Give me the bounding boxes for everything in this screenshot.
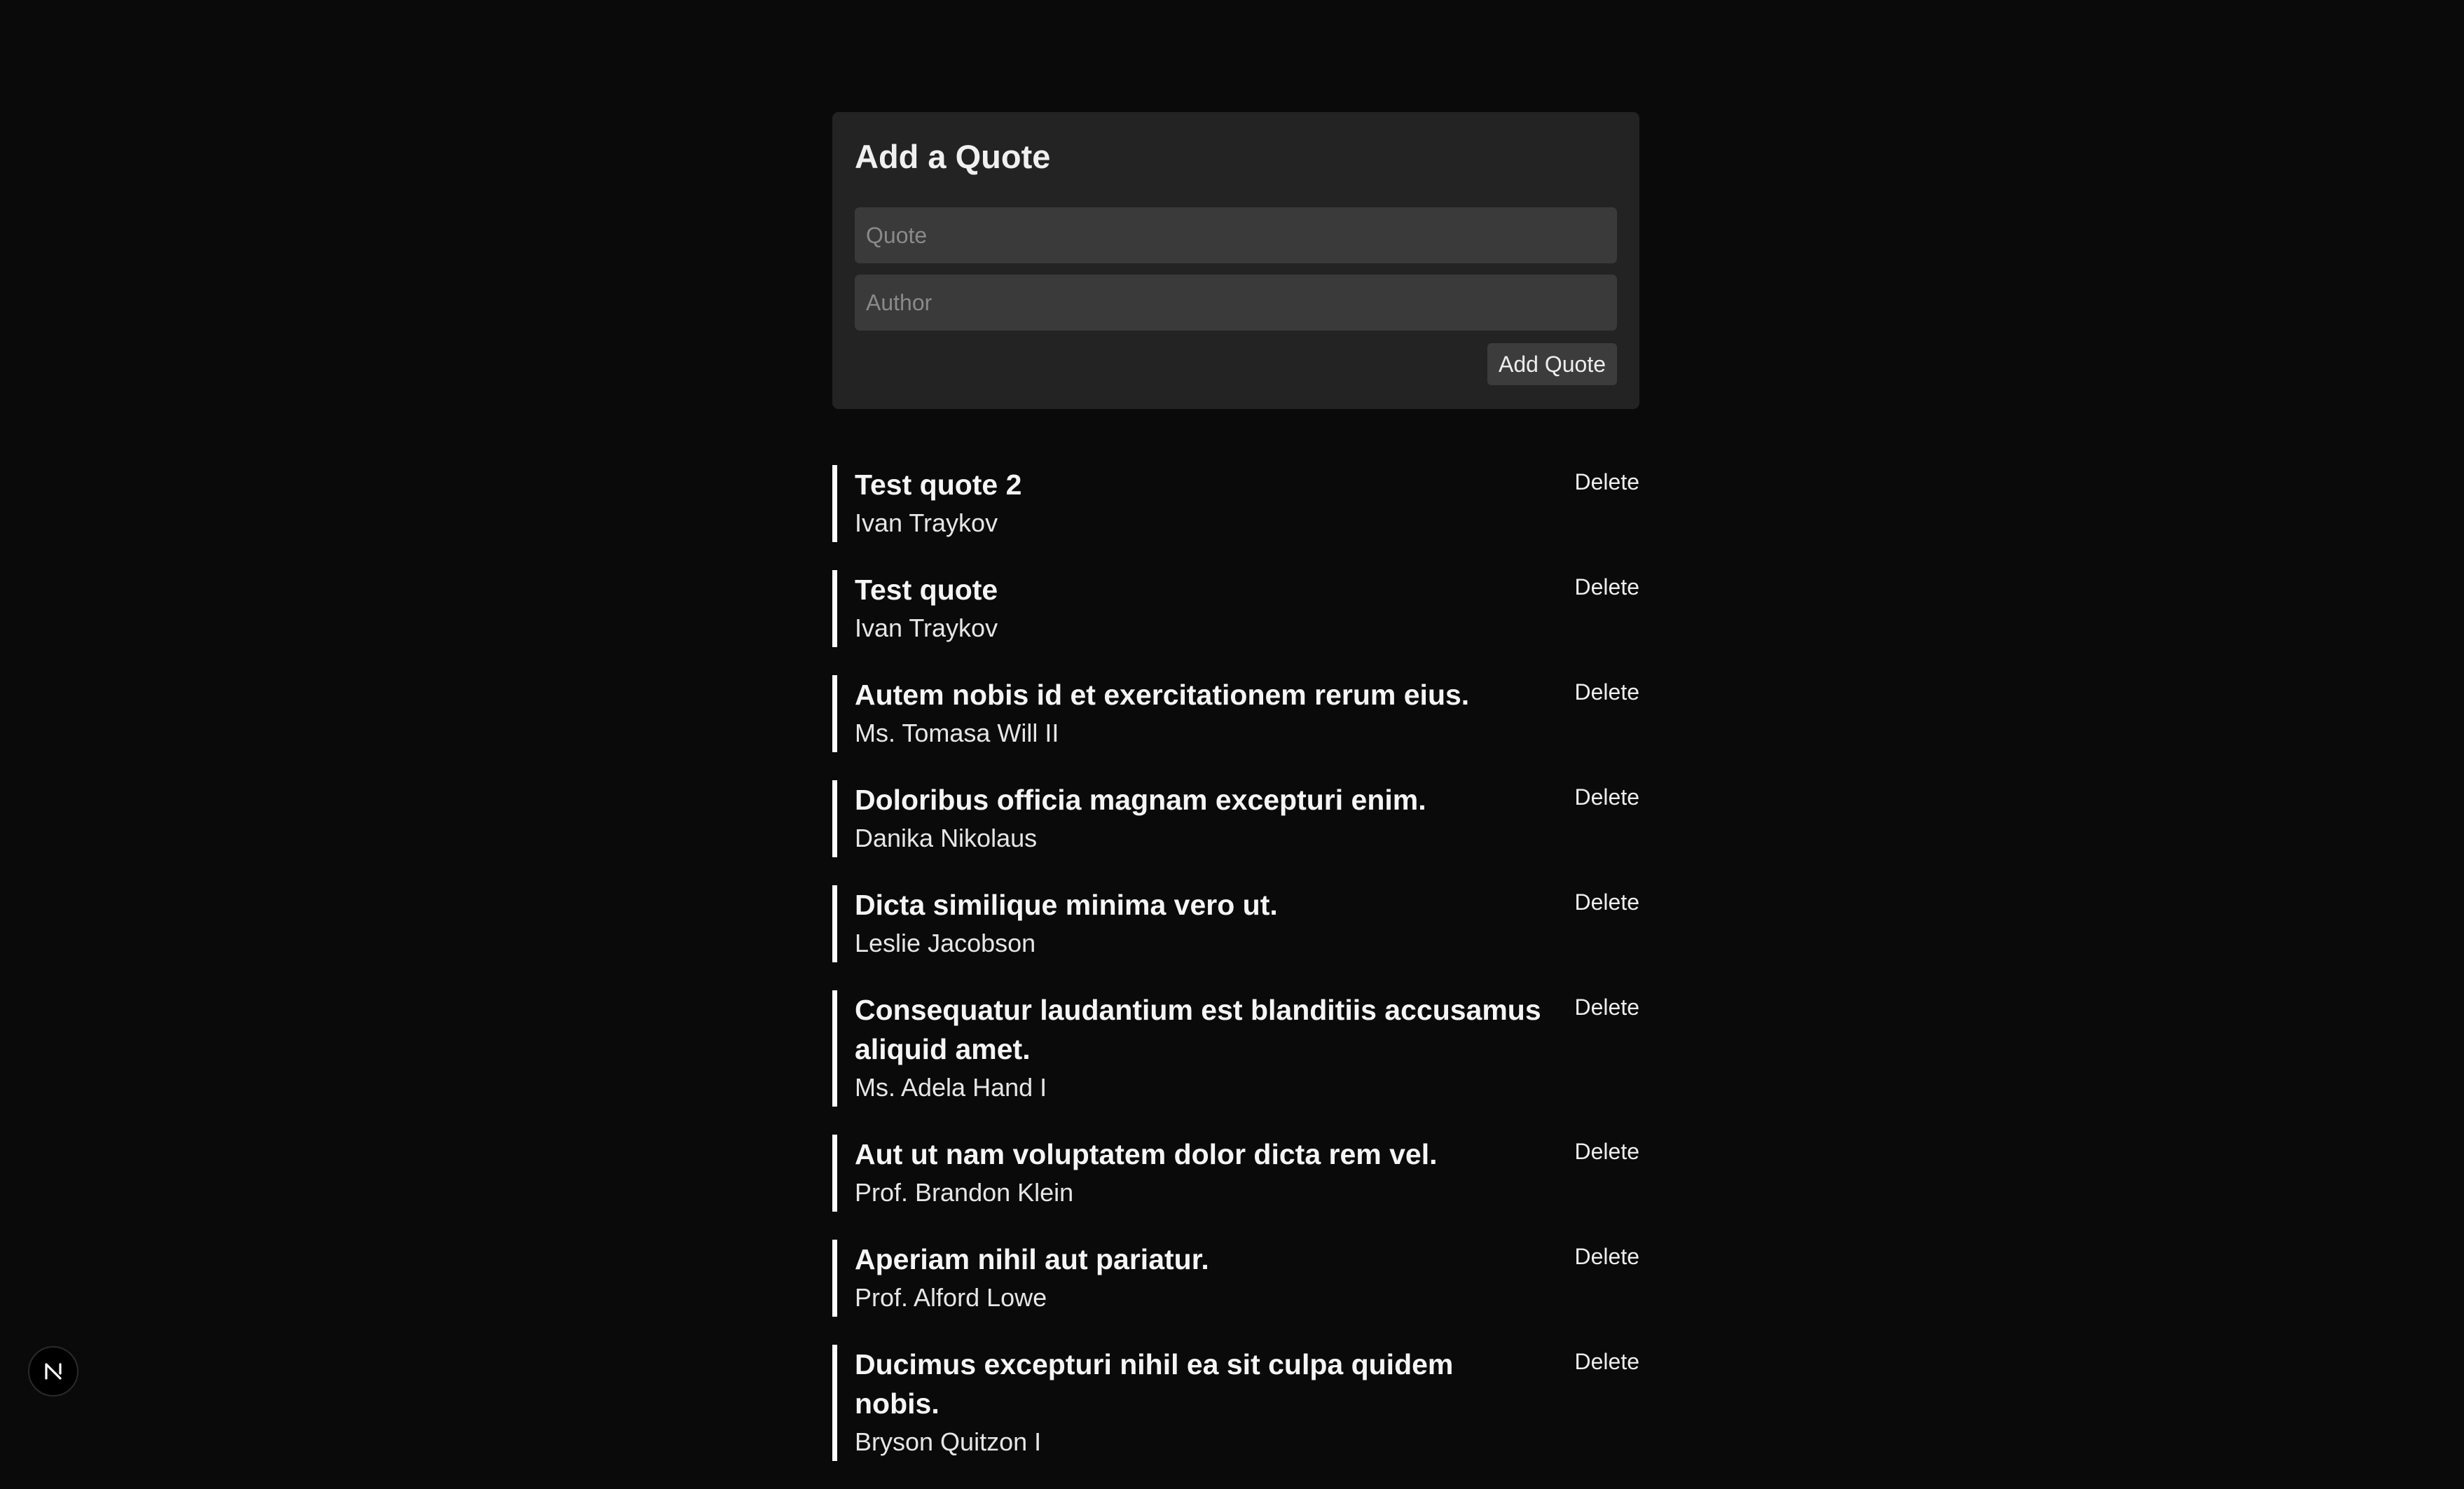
quote-author: Prof. Alford Lowe [855, 1283, 1047, 1312]
quote-item: Dicta similique minima vero ut. Leslie J… [832, 885, 1639, 962]
quote-input[interactable] [855, 207, 1617, 263]
quote-text: Test quote 2 [855, 469, 1022, 501]
quote-item: Consequatur laudantium est blanditiis ac… [832, 990, 1639, 1107]
quote-author: Danika Nikolaus [855, 824, 1038, 852]
form-actions: Add Quote [855, 343, 1617, 385]
quote-text: Aperiam nihil aut pariatur. [855, 1243, 1209, 1275]
quote-body: Doloribus officia magnam excepturi enim.… [855, 780, 1541, 857]
delete-button[interactable]: Delete [1575, 888, 1640, 916]
nextjs-logo-icon [45, 1363, 62, 1380]
author-input[interactable] [855, 275, 1617, 331]
quote-item: Aperiam nihil aut pariatur. Prof. Alford… [832, 1240, 1639, 1317]
delete-button[interactable]: Delete [1575, 1348, 1640, 1376]
quote-author: Ivan Traykov [855, 614, 998, 642]
quote-text: Aut ut nam voluptatem dolor dicta rem ve… [855, 1138, 1438, 1170]
quote-body: Ducimus excepturi nihil ea sit culpa qui… [855, 1345, 1541, 1461]
quote-author: Ivan Traykov [855, 508, 998, 537]
main-container: Add a Quote Add Quote Test quote 2 Ivan … [832, 112, 1639, 1489]
delete-button[interactable]: Delete [1575, 993, 1640, 1021]
quote-body: Test quote Ivan Traykov [855, 570, 1541, 647]
delete-button[interactable]: Delete [1575, 468, 1640, 496]
quote-body: Consequatur laudantium est blanditiis ac… [855, 990, 1541, 1107]
add-quote-form: Add a Quote Add Quote [832, 112, 1639, 409]
quote-item: Ducimus excepturi nihil ea sit culpa qui… [832, 1345, 1639, 1461]
delete-button[interactable]: Delete [1575, 1137, 1640, 1165]
quote-body: Dicta similique minima vero ut. Leslie J… [855, 885, 1541, 962]
delete-button[interactable]: Delete [1575, 573, 1640, 601]
delete-button[interactable]: Delete [1575, 678, 1640, 706]
quote-text: Ducimus excepturi nihil ea sit culpa qui… [855, 1348, 1454, 1420]
quote-item: Test quote 2 Ivan Traykov Delete [832, 465, 1639, 542]
quote-text: Test quote [855, 574, 998, 606]
delete-button[interactable]: Delete [1575, 783, 1640, 811]
quote-body: Autem nobis id et exercitationem rerum e… [855, 675, 1541, 752]
quote-item: Aut ut nam voluptatem dolor dicta rem ve… [832, 1135, 1639, 1212]
quote-author: Ms. Tomasa Will II [855, 719, 1059, 747]
quote-author: Leslie Jacobson [855, 929, 1036, 957]
quote-author: Ms. Adela Hand I [855, 1073, 1047, 1102]
quote-item: Doloribus officia magnam excepturi enim.… [832, 780, 1639, 857]
quote-list: Test quote 2 Ivan Traykov Delete Test qu… [832, 465, 1639, 1461]
add-quote-button[interactable]: Add Quote [1487, 343, 1617, 385]
quote-body: Aut ut nam voluptatem dolor dicta rem ve… [855, 1135, 1541, 1212]
quote-text: Dicta similique minima vero ut. [855, 889, 1278, 921]
quote-text: Autem nobis id et exercitationem rerum e… [855, 679, 1470, 711]
delete-button[interactable]: Delete [1575, 1242, 1640, 1270]
quote-item: Test quote Ivan Traykov Delete [832, 570, 1639, 647]
quote-author: Bryson Quitzon I [855, 1427, 1042, 1456]
quote-text: Doloribus officia magnam excepturi enim. [855, 784, 1426, 816]
form-title: Add a Quote [855, 138, 1051, 175]
quote-author: Prof. Brandon Klein [855, 1178, 1074, 1207]
quote-text: Consequatur laudantium est blanditiis ac… [855, 994, 1541, 1065]
quote-item: Autem nobis id et exercitationem rerum e… [832, 675, 1639, 752]
nextjs-dev-badge[interactable] [28, 1346, 78, 1397]
quote-body: Aperiam nihil aut pariatur. Prof. Alford… [855, 1240, 1541, 1317]
quote-body: Test quote 2 Ivan Traykov [855, 465, 1541, 542]
